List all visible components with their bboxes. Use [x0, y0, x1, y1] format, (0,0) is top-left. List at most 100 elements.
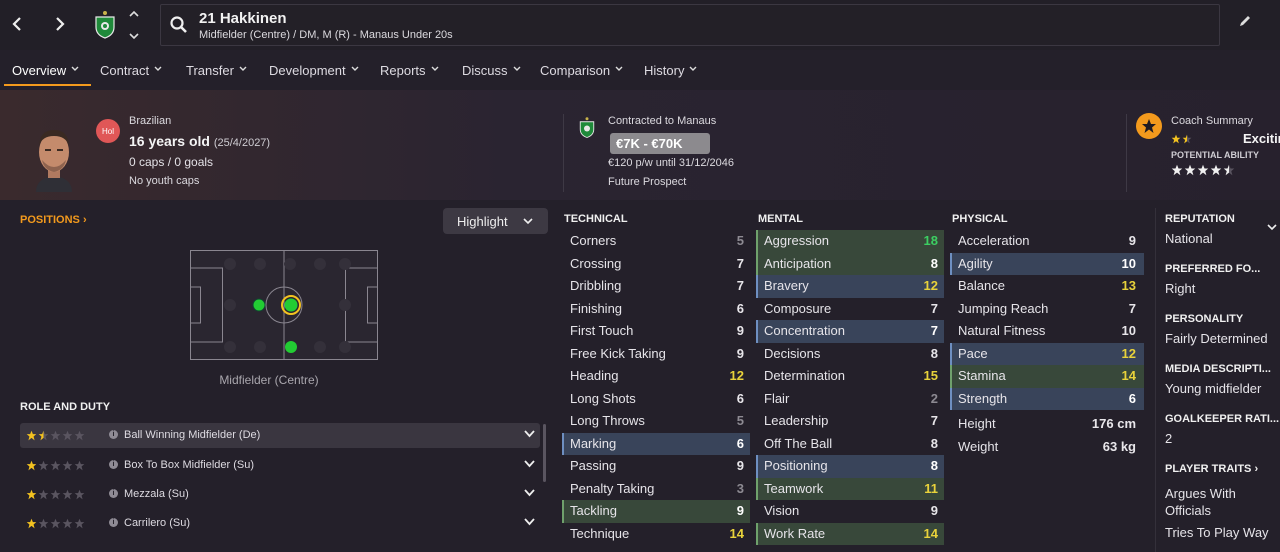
pitch-position-label: Midfielder (Centre): [219, 373, 319, 387]
attr-row[interactable]: Vision 9: [756, 500, 944, 523]
attr-row[interactable]: Long Throws 5: [562, 410, 750, 433]
attr-row[interactable]: Jumping Reach 7: [950, 298, 1144, 321]
highlight-dropdown[interactable]: Highlight: [443, 208, 548, 234]
attr-row[interactable]: Heading 12: [562, 365, 750, 388]
attr-name: Tackling: [570, 503, 617, 518]
attr-row[interactable]: First Touch 9: [562, 320, 750, 343]
role-row[interactable]: i Carrilero (Su): [20, 511, 540, 536]
edit-icon[interactable]: [1238, 14, 1252, 28]
role-row[interactable]: i Mezzala (Su): [20, 482, 540, 507]
player-search-box[interactable]: 21 Hakkinen Midfielder (Centre) / DM, M …: [160, 4, 1220, 46]
role-row[interactable]: i Box To Box Midfielder (Su): [20, 453, 540, 478]
chevron-down-icon[interactable]: [524, 518, 535, 526]
chevron-down-icon[interactable]: [524, 460, 535, 468]
chevron-down-icon[interactable]: [1267, 224, 1277, 231]
tab-discuss[interactable]: Discuss: [462, 54, 521, 86]
attr-row[interactable]: Passing 9: [562, 455, 750, 478]
tab-bar: Overview Contract Transfer Development R…: [0, 54, 1280, 86]
positions-link[interactable]: POSITIONS ›: [20, 214, 87, 226]
attr-row[interactable]: Leadership 7: [756, 410, 944, 433]
role-stars: [26, 489, 85, 500]
attr-row[interactable]: Work Rate 14: [756, 522, 944, 545]
back-button[interactable]: [3, 8, 31, 40]
attr-value: 6: [1128, 390, 1136, 406]
tab-label: Contract: [100, 63, 150, 78]
attr-row[interactable]: Teamwork 11: [756, 477, 944, 500]
tab-overview[interactable]: Overview: [4, 54, 92, 86]
forward-button[interactable]: [46, 8, 74, 40]
attr-row[interactable]: Dribbling 7: [562, 275, 750, 298]
attr-row[interactable]: Corners 5: [562, 230, 750, 253]
attr-name: Long Shots: [570, 390, 636, 406]
attr-row[interactable]: Positioning 8: [756, 455, 944, 478]
attr-row[interactable]: Stamina 14: [950, 365, 1144, 388]
tab-history[interactable]: History: [644, 54, 697, 86]
chevron-up-icon[interactable]: [129, 10, 139, 17]
physical-attributes: PHYSICAL Acceleration 9 Agility 10 Balance…: [950, 208, 1144, 458]
attr-row[interactable]: Aggression 18: [756, 230, 944, 253]
position-pitch[interactable]: [190, 250, 378, 360]
attr-row[interactable]: Natural Fitness 10: [950, 320, 1144, 343]
chevron-down-icon: [689, 66, 697, 71]
attr-row[interactable]: Pace 12: [950, 342, 1144, 365]
attr-row[interactable]: Marking 6: [562, 432, 750, 455]
star-empty-icon: [62, 460, 73, 471]
chevron-down-icon[interactable]: [524, 430, 535, 438]
attr-row[interactable]: Agility 10: [950, 252, 1144, 275]
tab-comparison[interactable]: Comparison: [540, 54, 623, 86]
club-crest-icon[interactable]: [93, 9, 117, 39]
tab-development[interactable]: Development: [269, 54, 359, 86]
youth-caps: No youth caps: [129, 175, 200, 187]
attr-value: 8: [930, 255, 938, 271]
club-stepper[interactable]: [128, 10, 140, 40]
star-empty-icon: [50, 430, 61, 441]
attr-row[interactable]: Concentration 7: [756, 320, 944, 343]
contract-wage: €120 p/w until 31/12/2046: [608, 157, 734, 169]
player-face[interactable]: [26, 122, 82, 192]
tab-label: Transfer: [186, 63, 234, 78]
roles-scrollbar[interactable]: [543, 424, 546, 482]
attr-row[interactable]: Tackling 9: [562, 500, 750, 523]
attr-row[interactable]: Long Shots 6: [562, 388, 750, 411]
chevron-down-icon[interactable]: [524, 489, 535, 497]
half-star-icon: [1223, 164, 1235, 176]
tab-contract[interactable]: Contract: [100, 54, 162, 86]
attr-row[interactable]: Penalty Taking 3: [562, 478, 750, 501]
attr-name: Bravery: [764, 278, 809, 293]
attr-row[interactable]: Anticipation 8: [756, 252, 944, 275]
attr-row[interactable]: Strength 6: [950, 387, 1144, 410]
attr-name: Pace: [958, 345, 988, 361]
attr-row[interactable]: Finishing 6: [562, 298, 750, 321]
attr-row[interactable]: Bravery 12: [756, 275, 944, 298]
attr-row[interactable]: Crossing 7: [562, 253, 750, 276]
attr-row[interactable]: Flair 2: [756, 388, 944, 411]
info-icon[interactable]: i: [109, 518, 118, 527]
attr-row[interactable]: Composure 7: [756, 298, 944, 321]
attr-row[interactable]: Determination 15: [756, 365, 944, 388]
role-row[interactable]: i Ball Winning Midfielder (De): [20, 423, 540, 448]
weight-row: Weight 63 kg: [950, 436, 1144, 459]
attr-value: 9: [736, 458, 744, 473]
attr-row[interactable]: Balance 13: [950, 275, 1144, 298]
attr-row[interactable]: Off The Ball 8: [756, 433, 944, 456]
transfer-value-badge[interactable]: €7K - €70K: [610, 133, 710, 154]
attr-name: Concentration: [764, 323, 845, 338]
attr-row[interactable]: Decisions 8: [756, 343, 944, 366]
attr-name: Work Rate: [764, 525, 826, 541]
attr-row[interactable]: Free Kick Taking 9: [562, 343, 750, 366]
attr-name: Natural Fitness: [958, 323, 1046, 338]
search-icon[interactable]: [169, 15, 189, 35]
tab-transfer[interactable]: Transfer: [186, 54, 247, 86]
attr-row[interactable]: Acceleration 9: [950, 230, 1144, 253]
attr-value: 5: [736, 233, 744, 248]
info-icon[interactable]: i: [109, 460, 118, 469]
chevron-down-icon[interactable]: [129, 33, 139, 40]
player-traits-link[interactable]: PLAYER TRAITS ›: [1165, 463, 1258, 475]
info-icon[interactable]: i: [109, 430, 118, 439]
tab-reports[interactable]: Reports: [380, 54, 439, 86]
chevron-down-icon: [154, 66, 162, 71]
star-icon: [1184, 164, 1196, 176]
coach-star-icon: [1136, 113, 1162, 139]
info-icon[interactable]: i: [109, 489, 118, 498]
attr-row[interactable]: Technique 14: [562, 523, 750, 546]
